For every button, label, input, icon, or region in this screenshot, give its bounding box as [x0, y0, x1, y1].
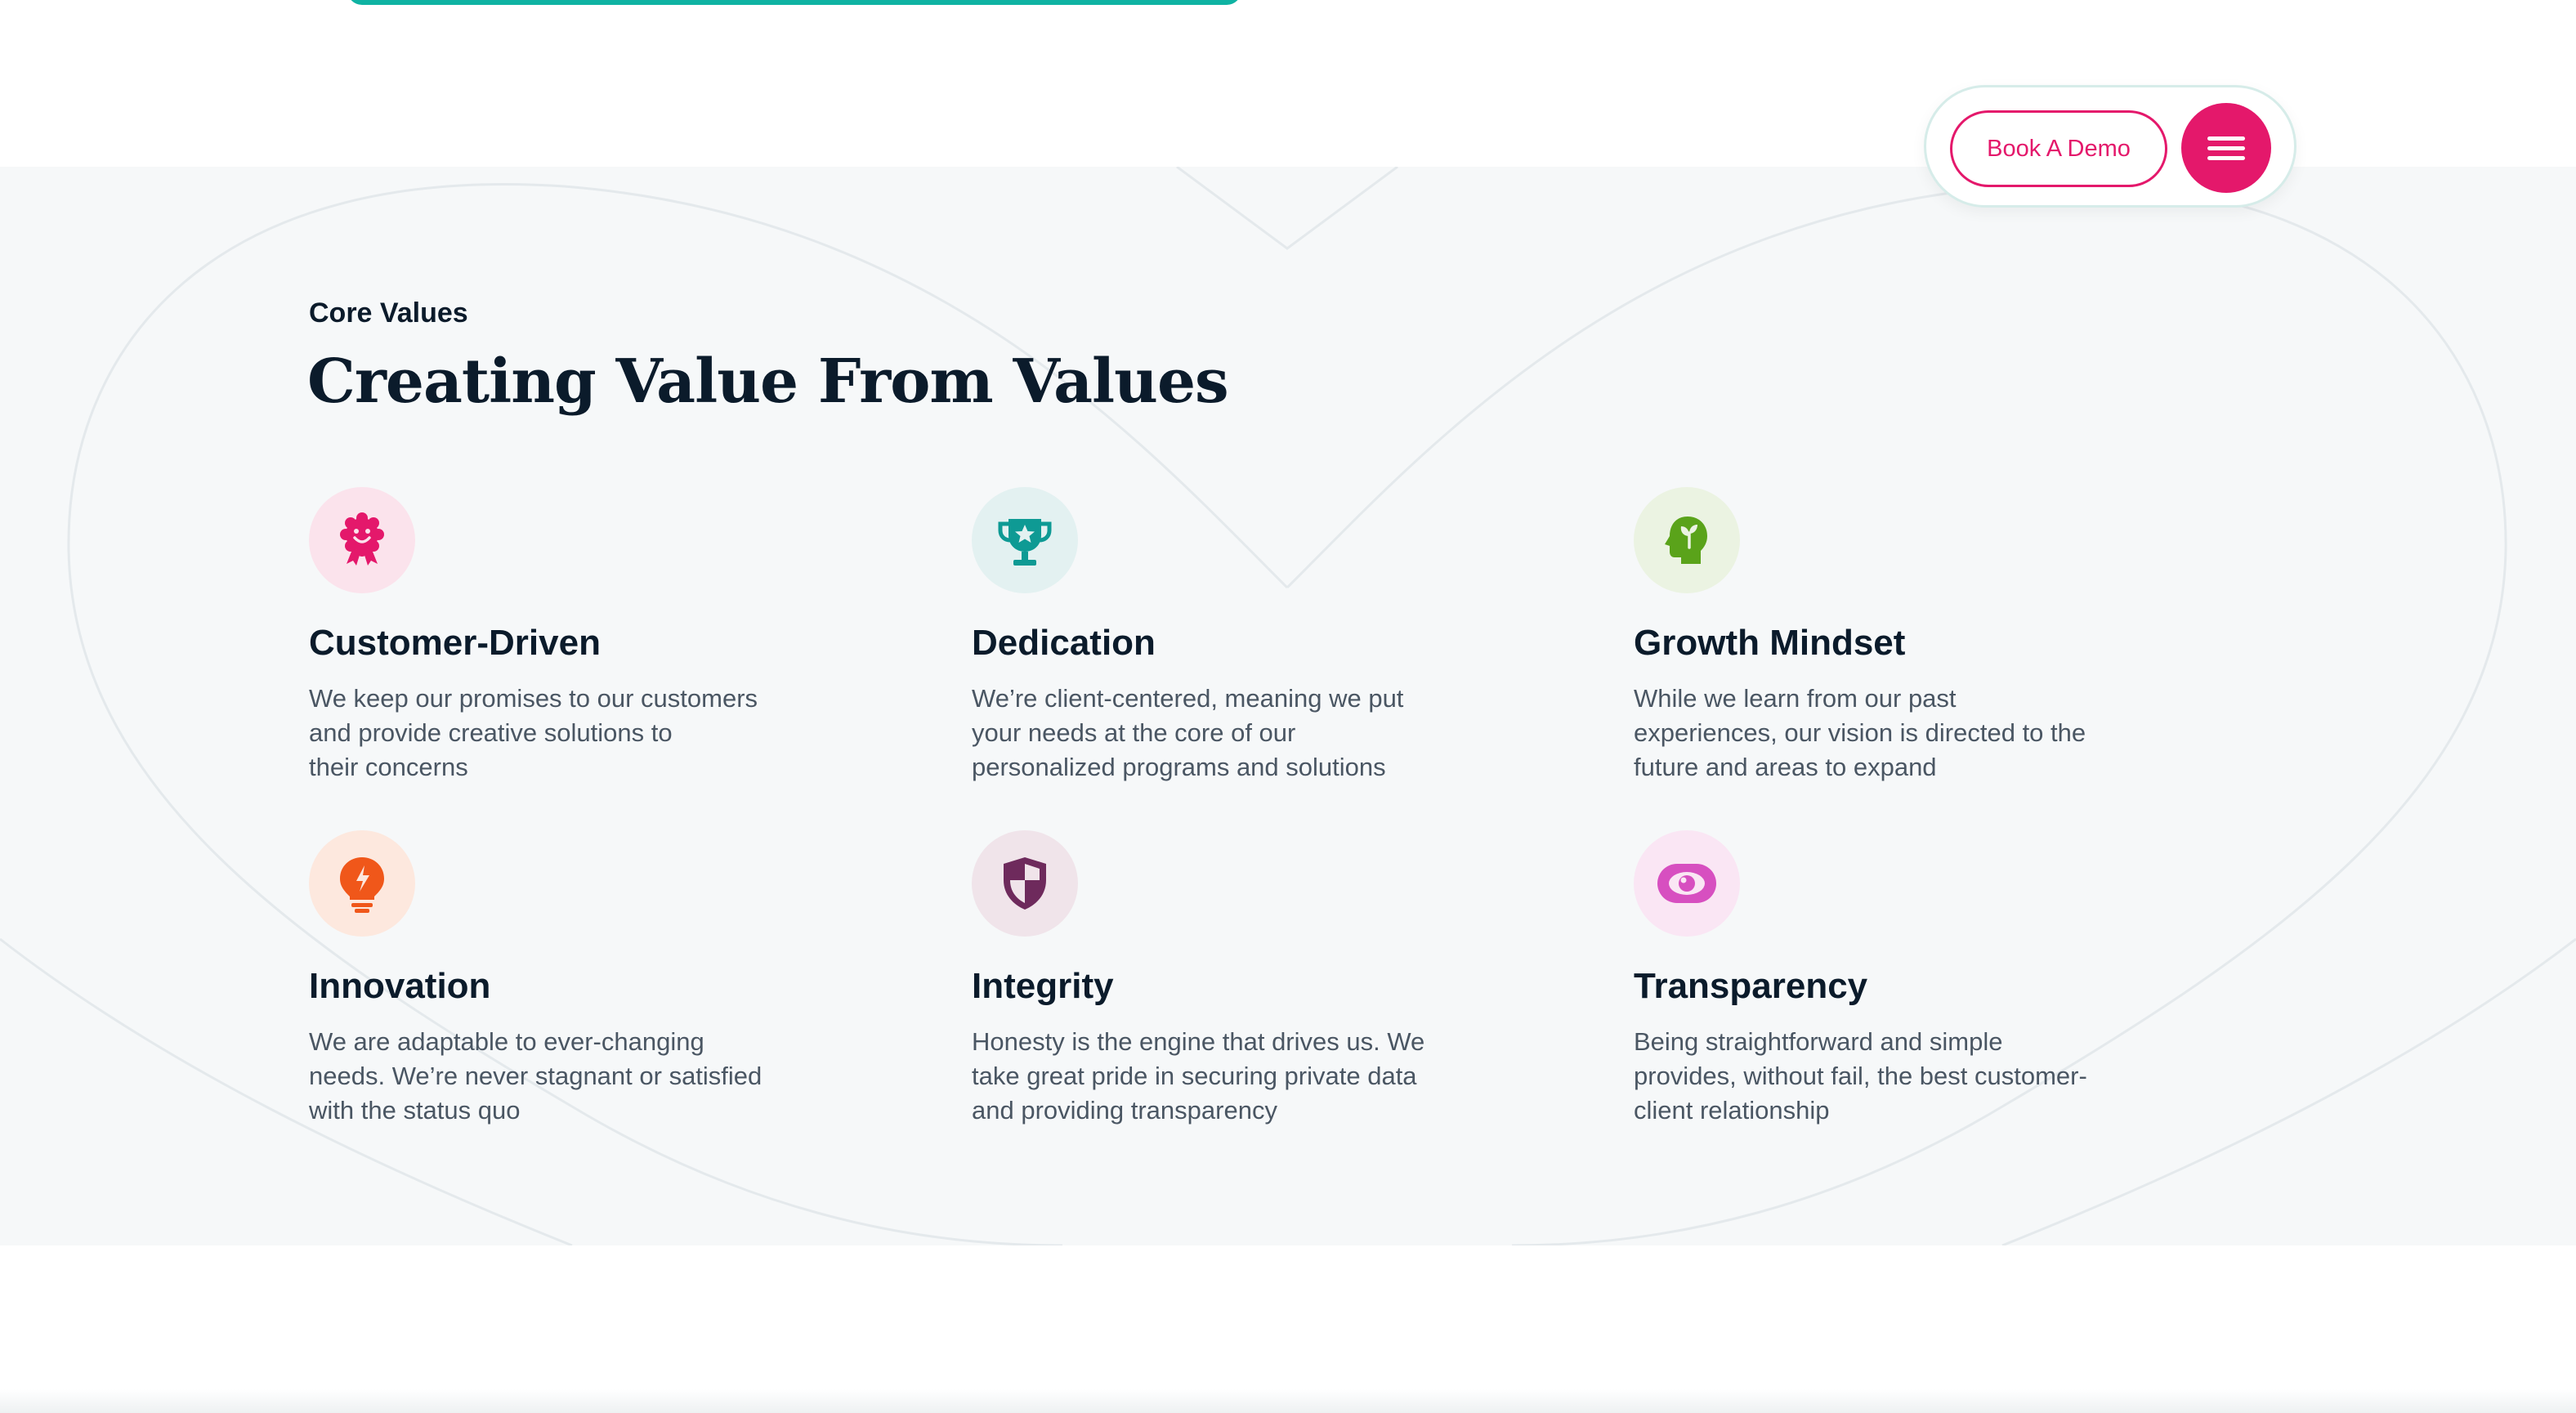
value-description: Honesty is the engine that drives us. We… — [972, 1025, 1495, 1128]
value-description-line: Honesty is the engine that drives us. We — [972, 1027, 1425, 1056]
smiley-badge-icon — [309, 487, 415, 593]
menu-bar — [2207, 145, 2245, 150]
value-description: We keep our promises to our customers an… — [309, 682, 832, 785]
value-description-line: personalized programs and solutions — [972, 753, 1386, 781]
value-title: Integrity — [972, 966, 1114, 1006]
value-card-innovation: Innovation We are adaptable to ever-chan… — [309, 830, 832, 1128]
menu-bar — [2207, 136, 2245, 141]
value-description-line: take great pride in securing private dat… — [972, 1062, 1417, 1090]
value-description-line: their concerns — [309, 753, 468, 781]
page: Core Values Creating Value From Values C… — [0, 0, 2576, 1413]
book-demo-button[interactable]: Book A Demo — [1950, 110, 2167, 187]
value-title: Innovation — [309, 966, 491, 1006]
value-description-line: We’re client-centered, meaning we put — [972, 684, 1404, 713]
section-title: Creating Value From Values — [307, 347, 1229, 417]
value-description-line: and providing transparency — [972, 1096, 1277, 1125]
value-description-line: needs. We’re never stagnant or satisfied — [309, 1062, 763, 1090]
head-sprout-icon — [1634, 487, 1740, 593]
eye-icon — [1634, 830, 1740, 937]
value-description: We’re client-centered, meaning we put yo… — [972, 682, 1495, 785]
hamburger-menu-icon[interactable] — [2181, 103, 2271, 193]
menu-bar — [2207, 155, 2245, 160]
value-description: We are adaptable to ever-changing needs.… — [309, 1025, 832, 1128]
value-description-line: We keep our promises to our customers — [309, 684, 758, 713]
floating-nav: Book A Demo — [1924, 85, 2296, 208]
value-title: Growth Mindset — [1634, 623, 1906, 663]
value-card-dedication: Dedication We’re client-centered, meanin… — [972, 487, 1495, 785]
value-description: While we learn from our past experiences… — [1634, 682, 2157, 785]
value-description-line: provides, without fail, the best custome… — [1634, 1062, 2087, 1090]
value-description-line: with the status quo — [309, 1096, 521, 1125]
value-description-line: future and areas to expand — [1634, 753, 1937, 781]
value-description-line: and provide creative solutions to — [309, 718, 673, 747]
value-description-line: experiences, our vision is directed to t… — [1634, 718, 2086, 747]
value-description-line: your needs at the core of our — [972, 718, 1296, 747]
value-card-growth-mindset: Growth Mindset While we learn from our p… — [1634, 487, 2157, 785]
core-values-section: Core Values Creating Value From Values C… — [0, 167, 2576, 1245]
value-description-line: We are adaptable to ever-changing — [309, 1027, 704, 1056]
next-section-edge — [0, 1389, 2576, 1413]
value-card-customer-driven: Customer-Driven We keep our promises to … — [309, 487, 832, 785]
lightbulb-bolt-icon — [309, 830, 415, 937]
value-title: Dedication — [972, 623, 1156, 663]
value-card-integrity: Integrity Honesty is the engine that dri… — [972, 830, 1495, 1128]
value-card-transparency: Transparency Being straightforward and s… — [1634, 830, 2157, 1128]
trophy-star-icon — [972, 487, 1078, 593]
value-description-line: client relationship — [1634, 1096, 1830, 1125]
shield-icon — [972, 830, 1078, 937]
value-title: Transparency — [1634, 966, 1868, 1006]
value-description-line: While we learn from our past — [1634, 684, 1957, 713]
value-title: Customer-Driven — [309, 623, 601, 663]
top-banner-edge — [347, 0, 1241, 5]
value-description: Being straightforward and simple provide… — [1634, 1025, 2157, 1128]
section-eyebrow: Core Values — [309, 297, 468, 329]
value-description-line: Being straightforward and simple — [1634, 1027, 2003, 1056]
